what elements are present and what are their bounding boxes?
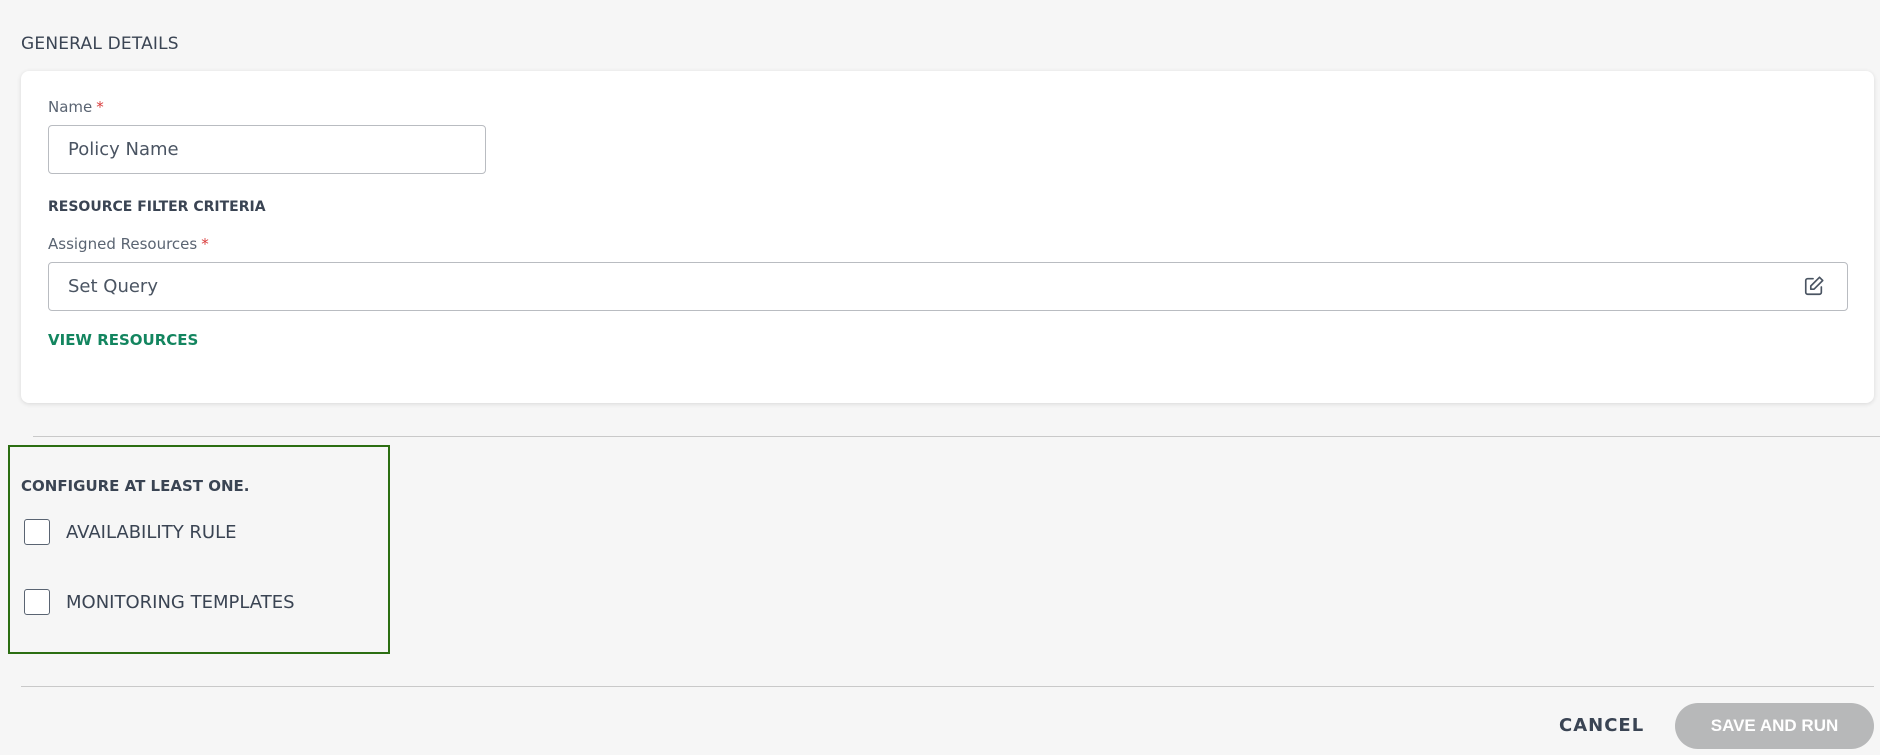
availability-rule-label: AVAILABILITY RULE <box>66 521 237 543</box>
section-divider <box>33 436 1880 437</box>
name-label: Name <box>48 98 93 116</box>
monitoring-templates-option[interactable]: MONITORING TEMPLATES <box>24 589 295 615</box>
save-and-run-button[interactable]: SAVE AND RUN <box>1675 703 1874 749</box>
policy-name-input[interactable]: Policy Name <box>48 125 486 174</box>
assigned-resources-label: Assigned Resources <box>48 235 198 253</box>
view-resources-link[interactable]: VIEW RESOURCES <box>48 331 198 349</box>
monitoring-templates-label: MONITORING TEMPLATES <box>66 591 295 613</box>
monitoring-templates-checkbox[interactable] <box>24 589 50 615</box>
required-marker: * <box>96 98 104 116</box>
policy-name-placeholder: Policy Name <box>68 139 179 160</box>
configure-title: CONFIGURE AT LEAST ONE. <box>21 477 250 495</box>
resource-filter-criteria-heading: RESOURCE FILTER CRITERIA <box>48 199 266 215</box>
availability-rule-checkbox[interactable] <box>24 519 50 545</box>
cancel-button[interactable]: CANCEL <box>1559 715 1644 736</box>
set-query-input[interactable]: Set Query <box>48 262 1848 311</box>
configure-at-least-one-box: CONFIGURE AT LEAST ONE. AVAILABILITY RUL… <box>8 445 390 654</box>
required-marker: * <box>201 235 209 253</box>
edit-icon[interactable] <box>1803 275 1825 297</box>
assigned-resources-label-row: Assigned Resources * <box>48 235 209 253</box>
availability-rule-option[interactable]: AVAILABILITY RULE <box>24 519 237 545</box>
footer-divider <box>21 686 1874 687</box>
set-query-placeholder: Set Query <box>68 276 158 297</box>
general-details-title: GENERAL DETAILS <box>21 34 179 54</box>
name-label-row: Name * <box>48 98 104 116</box>
general-details-card: Name * Policy Name RESOURCE FILTER CRITER… <box>21 71 1874 403</box>
